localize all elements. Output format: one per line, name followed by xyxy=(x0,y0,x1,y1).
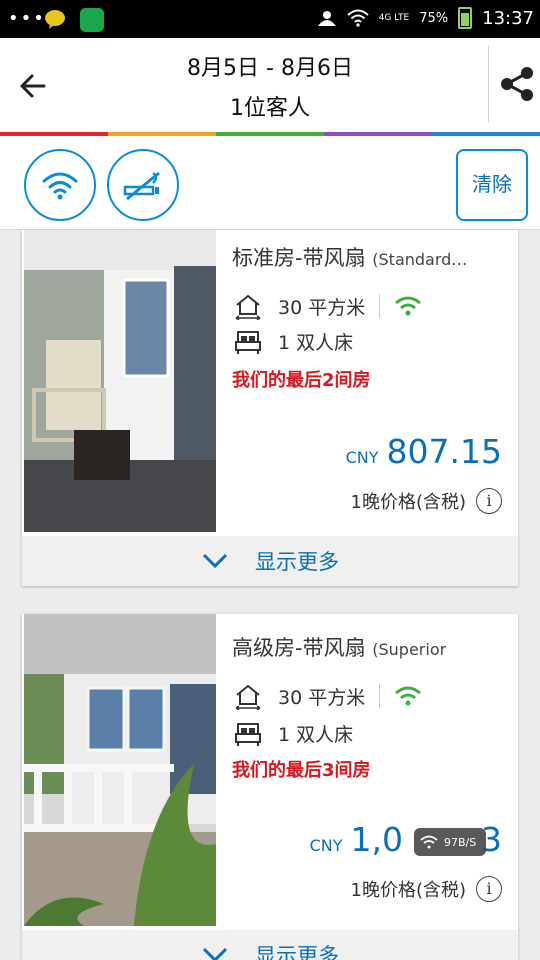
battery-icon xyxy=(458,7,473,29)
share-button[interactable] xyxy=(488,46,540,122)
currency: CNY xyxy=(309,836,343,855)
room-name-zh: 高级房-带风扇 xyxy=(232,636,366,660)
status-bar: ••• 4G LTE 75% 13:37 xyxy=(0,0,540,38)
share-icon xyxy=(501,67,533,101)
app-notification-icon xyxy=(80,8,104,32)
more-notifications-icon: ••• xyxy=(8,8,46,29)
room-size: 30 平方米 xyxy=(278,686,366,709)
room-card[interactable]: 高级房-带风扇 (Superior 30 平方米 1 双人床 我们的最后3间房 … xyxy=(22,614,518,960)
filter-bar: 清除 xyxy=(0,136,540,230)
network-speed: 97B/S xyxy=(444,835,477,849)
bed-type: 1 双人床 xyxy=(278,724,354,746)
bed-row: 1 双人床 xyxy=(234,720,353,747)
room-name[interactable]: 高级房-带风扇 (Superior xyxy=(232,632,512,662)
room-size-icon xyxy=(235,684,261,710)
price: CNY 807.15 xyxy=(346,432,502,471)
room-name-en: (Superior xyxy=(372,640,447,659)
room-size-row: 30 平方米 xyxy=(234,292,438,320)
free-wifi-icon xyxy=(395,686,422,706)
availability-alert: 我们的最后3间房 xyxy=(232,760,371,781)
room-size-icon xyxy=(235,294,261,320)
cloud-user-icon xyxy=(317,11,336,26)
header: 8月5日 - 8月6日 1位客人 xyxy=(0,38,540,132)
room-photo[interactable] xyxy=(24,230,216,532)
bed-type: 1 双人床 xyxy=(278,332,354,354)
back-arrow-icon[interactable] xyxy=(14,66,54,106)
price-note-row: 1晚价格(含税) i xyxy=(350,876,502,902)
bed-row: 1 双人床 xyxy=(234,328,353,355)
chat-notification-icon xyxy=(45,10,65,29)
room-photo[interactable] xyxy=(24,614,216,926)
price-note: 1晚价格(含税) xyxy=(350,492,467,513)
show-more-button[interactable]: 显示更多 xyxy=(22,536,518,586)
room-name[interactable]: 标准房-带风扇 (Standard… xyxy=(232,242,512,272)
info-icon[interactable]: i xyxy=(476,488,502,514)
clear-filters-button[interactable]: 清除 xyxy=(456,149,528,221)
currency: CNY xyxy=(345,448,379,467)
show-more-label: 显示更多 xyxy=(255,550,339,574)
chevron-down-icon xyxy=(202,553,228,569)
room-name-zh: 标准房-带风扇 xyxy=(232,246,366,270)
wifi-speed-icon xyxy=(420,835,438,849)
show-more-button[interactable]: 显示更多 xyxy=(22,930,518,960)
room-size-row: 30 平方米 xyxy=(234,682,438,710)
network-speed-overlay: 97B/S xyxy=(414,828,486,856)
no-smoking-filter-button[interactable] xyxy=(107,149,179,221)
bed-icon xyxy=(235,330,261,354)
info-icon[interactable]: i xyxy=(476,876,502,902)
price-note: 1晚价格(含税) xyxy=(350,880,467,901)
price-note-row: 1晚价格(含税) i xyxy=(350,488,502,514)
room-name-en: (Standard… xyxy=(372,250,468,269)
wifi-filter-button[interactable] xyxy=(24,149,96,221)
free-wifi-icon xyxy=(395,296,422,316)
wifi-status-icon xyxy=(347,9,369,27)
battery-percent: 75% xyxy=(419,10,449,26)
no-smoking-icon xyxy=(123,171,160,201)
room-size: 30 平方米 xyxy=(278,296,366,319)
guest-count[interactable]: 1位客人 xyxy=(70,90,470,122)
clock: 13:37 xyxy=(482,7,534,29)
price-amount: 807.15 xyxy=(386,432,502,471)
chevron-down-icon xyxy=(202,947,228,960)
bed-icon xyxy=(235,722,261,746)
availability-alert: 我们的最后2间房 xyxy=(232,370,371,391)
wifi-icon xyxy=(42,172,78,200)
room-card[interactable]: 标准房-带风扇 (Standard… 30 平方米 1 双人床 我们的最后2间房… xyxy=(22,230,518,586)
network-type: 4G LTE xyxy=(378,13,410,23)
show-more-label: 显示更多 xyxy=(255,944,339,960)
stay-dates[interactable]: 8月5日 - 8月6日 xyxy=(70,50,470,82)
price-amount: 1,0 xyxy=(350,820,403,859)
